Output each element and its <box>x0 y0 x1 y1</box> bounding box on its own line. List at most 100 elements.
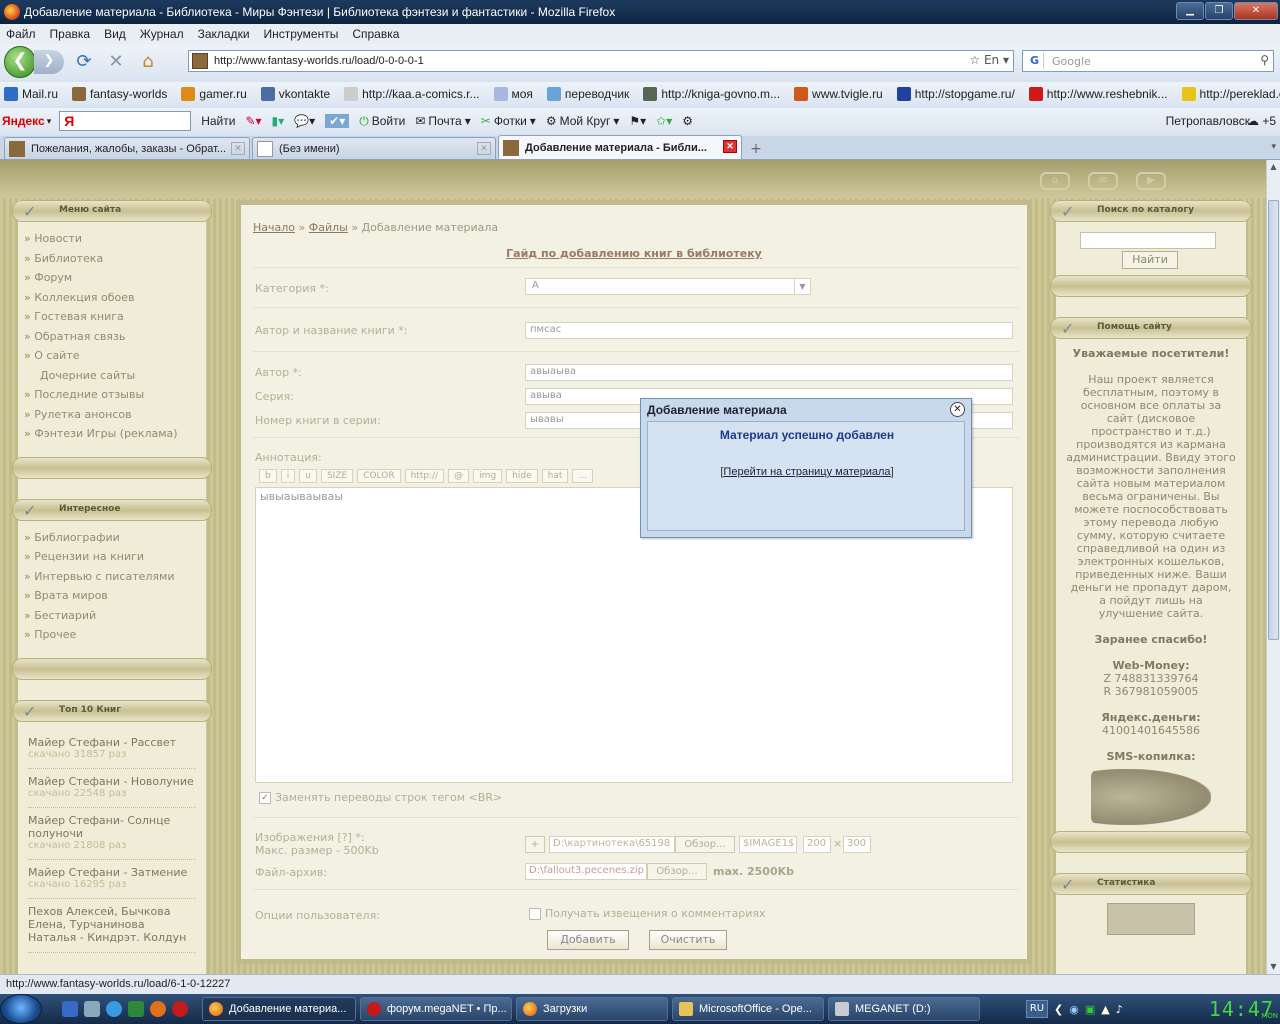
sidebar-item[interactable]: Дочерние сайты <box>24 369 206 389</box>
bookmark-item[interactable]: gamer.ru <box>181 87 247 101</box>
settings-gear-icon[interactable]: ⚙ <box>682 114 693 128</box>
image-name-input[interactable]: $IMAGE1$ <box>739 836 797 853</box>
star-icon[interactable]: ✩▾ <box>656 114 672 128</box>
bbcode-button[interactable]: ... <box>572 469 593 483</box>
quicklaunch-app-icon[interactable] <box>84 1001 100 1017</box>
bbcode-button[interactable]: hide <box>506 469 538 483</box>
book-title[interactable]: Майер Стефани- Солнце полуночи <box>28 814 196 840</box>
maximize-button[interactable]: ❐ <box>1205 2 1233 20</box>
sidebar-item[interactable]: Гостевая книга <box>24 310 206 330</box>
home-icon[interactable]: ⌂ <box>136 50 160 74</box>
bbcode-button[interactable]: img <box>473 469 503 483</box>
sidebar-item[interactable]: Бестиарий <box>24 609 206 629</box>
ie-icon[interactable] <box>106 1001 122 1017</box>
chat-icon[interactable]: 💬▾ <box>294 114 315 128</box>
notify-checkbox[interactable] <box>529 907 541 920</box>
image-height-input[interactable]: 300 <box>843 836 871 853</box>
bbcode-button[interactable]: SIZE <box>320 469 354 483</box>
dialog-close-icon[interactable]: ✕ <box>950 402 965 417</box>
bbcode-button[interactable]: @ <box>448 469 470 483</box>
tab-feedback[interactable]: Пожелания, жалобы, заказы - Обрат... ✕ <box>4 137 250 159</box>
minimize-button[interactable]: ▁ <box>1176 2 1204 20</box>
bookmark-item[interactable]: fantasy-worlds <box>72 87 167 101</box>
catalog-search-button[interactable]: Найти <box>1122 251 1178 269</box>
scrollbar-thumb[interactable] <box>1268 200 1279 640</box>
sidebar-item[interactable]: Библиотека <box>24 252 206 272</box>
reload-icon[interactable]: ⟳ <box>72 50 96 74</box>
bookmark-star-icon[interactable]: ☆ <box>969 53 980 67</box>
menu-bookmarks[interactable]: Закладки <box>198 27 250 41</box>
taskbar-item-firefox[interactable]: Добавление материа... <box>202 997 356 1021</box>
yandex-logo[interactable]: Яндекс <box>2 114 45 128</box>
forward-button[interactable]: ❯ <box>34 50 64 74</box>
header-decor-icon[interactable]: ▶ <box>1136 172 1166 190</box>
chevron-down-icon[interactable]: ▼ <box>794 279 810 294</box>
bbcode-button[interactable]: COLOR <box>357 469 401 483</box>
clear-button[interactable]: Очистить <box>649 930 727 950</box>
weather-city[interactable]: Петропавловск <box>1166 114 1250 128</box>
book-title[interactable]: Майер Стефани - Новолуние <box>28 775 196 788</box>
taskbar-item-office[interactable]: MicrosoftOffice - Ope... <box>672 997 824 1021</box>
checkmark-icon[interactable]: ✔▾ <box>325 114 350 128</box>
quicklaunch-app-icon[interactable] <box>62 1001 78 1017</box>
firefox-icon[interactable] <box>150 1001 166 1017</box>
go-to-material-link[interactable]: Перейти на страницу материала <box>723 466 890 478</box>
sidebar-item[interactable]: Новости <box>24 232 206 252</box>
lang-indicator[interactable]: En <box>984 53 999 67</box>
book-title[interactable]: Майер Стефани - Рассвет <box>28 736 196 749</box>
scroll-down-icon[interactable]: ▼ <box>1267 960 1280 974</box>
bookmark-item[interactable]: моя <box>493 87 533 101</box>
book-title-input[interactable]: пмсас <box>525 322 1013 339</box>
yandex-circle-button[interactable]: ⚙ Мой Круг ▾ <box>546 114 620 128</box>
yandex-login-button[interactable]: ⏻ Войти <box>359 114 405 129</box>
volume-icon[interactable]: ♪ <box>1116 1003 1123 1016</box>
tab-close-icon[interactable]: ✕ <box>477 142 491 155</box>
category-select[interactable]: А ▼ <box>525 278 811 295</box>
tab-close-icon[interactable]: ✕ <box>723 140 737 153</box>
sidebar-item[interactable]: Врата миров <box>24 589 206 609</box>
sidebar-item[interactable]: Форум <box>24 271 206 291</box>
yandex-photos-button[interactable]: ✂ Фотки ▾ <box>481 114 536 128</box>
sidebar-item[interactable]: Обратная связь <box>24 330 206 350</box>
bookmark-item[interactable]: http://stopgame.ru/ <box>896 87 1015 101</box>
archive-path-input[interactable]: D:\fallout3.pecenes.zip <box>525 863 647 880</box>
bookmark-item[interactable]: Mail.ru <box>4 87 58 101</box>
yandex-find-button[interactable]: Найти <box>201 114 235 128</box>
author-input[interactable]: авыаыва <box>525 364 1013 381</box>
add-image-button[interactable]: + <box>525 836 545 853</box>
bbcode-button[interactable]: hat <box>541 469 569 483</box>
weather-temp[interactable]: ☁ +5 <box>1247 114 1276 128</box>
yandex-mail-button[interactable]: ✉ Почта ▾ <box>415 114 470 128</box>
breadcrumb-files[interactable]: Файлы <box>309 221 348 234</box>
submit-button[interactable]: Добавить <box>547 930 629 950</box>
quicklaunch-app-icon[interactable] <box>128 1001 144 1017</box>
archive-browse-button[interactable]: Обзор... <box>647 863 707 880</box>
tab-close-icon[interactable]: ✕ <box>231 142 245 155</box>
tab-add-material[interactable]: Добавление материала - Библи... ✕ <box>498 135 742 159</box>
language-indicator[interactable]: RU <box>1026 1000 1048 1018</box>
bbcode-button[interactable]: u <box>299 469 317 483</box>
page-scrollbar[interactable]: ▲ ▼ <box>1266 160 1280 974</box>
guide-link[interactable]: Гайд по добавлению книг в библиотеку <box>241 247 1027 260</box>
sidebar-item[interactable]: Прочее <box>24 628 206 648</box>
plugin-icon[interactable]: ⚑▾ <box>629 114 646 128</box>
sidebar-item[interactable]: Последние отзывы <box>24 388 206 408</box>
bookmark-item[interactable]: http://kniga-govno.m... <box>643 87 780 101</box>
bbcode-button[interactable]: http:// <box>404 469 445 483</box>
replace-br-checkbox[interactable]: ✓ <box>259 791 271 804</box>
breadcrumb-home[interactable]: Начало <box>253 221 295 234</box>
tray-app-icon[interactable]: ▣ <box>1085 1003 1095 1016</box>
google-icon[interactable]: G <box>1026 53 1044 69</box>
catalog-search-input[interactable] <box>1080 232 1216 249</box>
bookmark-item[interactable]: http://kaa.a-comics.r... <box>344 87 480 101</box>
sidebar-item[interactable]: Рецензии на книги <box>24 550 206 570</box>
book-title[interactable]: Пехов Алексей, Бычкова Елена, Турчанинов… <box>28 905 196 944</box>
sidebar-item[interactable]: Интервью с писателями <box>24 570 206 590</box>
image-path-input[interactable]: D:\картинотека\65198 <box>549 836 675 853</box>
menu-file[interactable]: Файл <box>6 27 36 41</box>
bookmark-item[interactable]: www.tvigle.ru <box>794 87 883 101</box>
sidebar-item[interactable]: О сайте <box>24 349 206 369</box>
bookmark-item[interactable]: http://www.reshebnik... <box>1028 87 1168 101</box>
bookmark-item[interactable]: vkontakte <box>260 87 330 101</box>
menu-history[interactable]: Журнал <box>140 27 184 41</box>
